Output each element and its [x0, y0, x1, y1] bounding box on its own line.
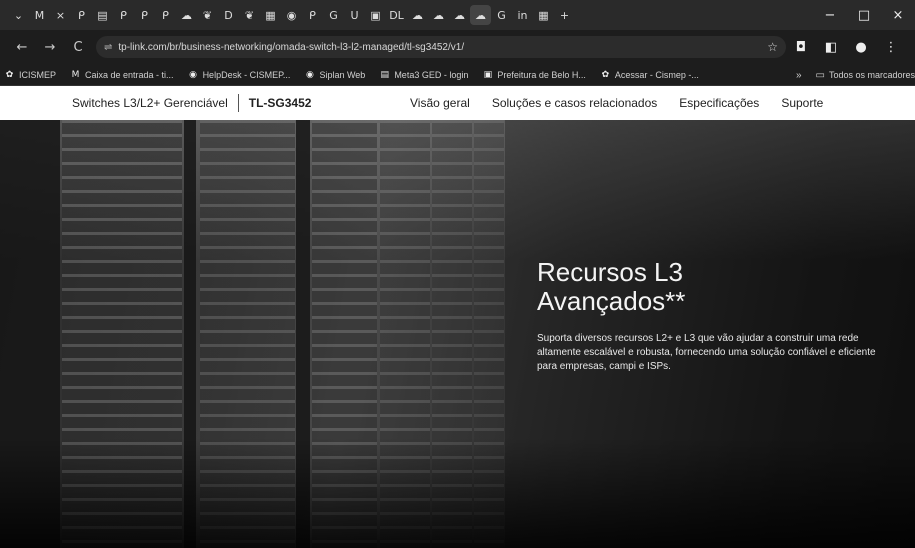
- forward-icon[interactable]: →: [36, 40, 64, 55]
- window-controls: − □ ×: [813, 0, 915, 30]
- cloud-icon[interactable]: ☁: [428, 5, 449, 25]
- tplink-icon[interactable]: ᑭ: [113, 5, 134, 25]
- nav-link-solutions[interactable]: Soluções e casos relacionados: [492, 96, 657, 110]
- hero-title-line: Avançados**: [537, 286, 686, 316]
- bookmark-label: Siplan Web: [319, 69, 366, 80]
- dl-icon[interactable]: DL: [386, 5, 407, 25]
- hero-banner: Recursos L3 Avançados** Suporta diversos…: [0, 120, 915, 548]
- globe-icon[interactable]: ◉: [281, 5, 302, 25]
- linkedin-icon[interactable]: in: [512, 5, 533, 25]
- doc-icon: ▤: [380, 69, 390, 80]
- cloud-icon[interactable]: ☁: [176, 5, 197, 25]
- bookmark-item[interactable]: ▣ Prefeitura de Belo H...: [482, 69, 586, 80]
- tplink-icon[interactable]: ᑭ: [155, 5, 176, 25]
- product-subnav: Switches L3/L2+ Gerenciável TL-SG3452 Vi…: [0, 86, 915, 120]
- doc-icon[interactable]: ▤: [92, 5, 113, 25]
- cloud-icon[interactable]: ☁: [470, 5, 491, 25]
- profile-icon[interactable]: ●: [846, 40, 876, 55]
- nav-link-support[interactable]: Suporte: [781, 96, 823, 110]
- cloud-icon[interactable]: ☁: [449, 5, 470, 25]
- sidebar-icon[interactable]: ◧: [816, 40, 846, 55]
- tplink-icon[interactable]: ᑭ: [71, 5, 92, 25]
- google-icon[interactable]: G: [491, 5, 512, 25]
- extensions-icon[interactable]: ◘: [786, 40, 816, 55]
- more-bookmarks-icon[interactable]: »: [796, 70, 802, 81]
- bookmark-item[interactable]: ◉ HelpDesk - CISMEP...: [188, 69, 291, 80]
- image-icon[interactable]: ▣: [365, 5, 386, 25]
- leaf-icon[interactable]: ❦: [239, 5, 260, 25]
- leaf-icon[interactable]: ❦: [197, 5, 218, 25]
- subnav-links: Visão geral Soluções e casos relacionado…: [410, 96, 845, 110]
- address-bar-row: ← → C ⇌ tp-link.com/br/business-networki…: [0, 30, 915, 64]
- u-icon[interactable]: U: [344, 5, 365, 25]
- gmail-icon[interactable]: M: [29, 5, 50, 25]
- bookmark-item[interactable]: ▤ Meta3 GED - login: [379, 69, 469, 80]
- product-model: TL-SG3452: [248, 96, 312, 110]
- back-icon[interactable]: ←: [8, 40, 36, 55]
- globe-icon: ◉: [189, 69, 197, 80]
- grid-icon[interactable]: ▦: [260, 5, 281, 25]
- nav-link-overview[interactable]: Visão geral: [410, 96, 470, 110]
- bookmark-label: ICISMEP: [19, 69, 57, 80]
- bookmark-label: Prefeitura de Belo H...: [497, 69, 586, 80]
- nav-link-specs[interactable]: Especificações: [679, 96, 759, 110]
- d-icon[interactable]: D: [218, 5, 239, 25]
- hero-title-line: Recursos L3: [537, 257, 683, 287]
- site-info-icon[interactable]: ⇌: [104, 42, 112, 53]
- hero-title: Recursos L3 Avançados**: [537, 258, 897, 316]
- bookmark-star-icon[interactable]: ☆: [767, 40, 778, 54]
- divider: [237, 94, 239, 112]
- bookmark-label: Meta3 GED - login: [394, 69, 469, 80]
- bookmarks-bar: ✿ ICISMEP M Caixa de entrada - ti... ◉ HelpDe…: [0, 64, 915, 86]
- gmail-icon: M: [71, 69, 80, 80]
- maximize-icon[interactable]: □: [847, 8, 881, 23]
- tplink-icon[interactable]: ᑭ: [302, 5, 323, 25]
- bookmark-item[interactable]: ✿ ICISMEP: [4, 69, 56, 80]
- minimize-icon[interactable]: −: [813, 8, 847, 23]
- all-bookmarks-link[interactable]: Todos os marcadores: [829, 70, 915, 80]
- new-tab-icon[interactable]: +: [554, 5, 575, 25]
- folder-icon: ▭: [815, 69, 825, 81]
- hero-description: Suporta diversos recursos L2+ e L3 que v…: [537, 333, 876, 372]
- globe-icon: ◉: [306, 69, 314, 80]
- url-text: tp-link.com/br/business-networking/omada…: [118, 41, 465, 53]
- bookmark-item[interactable]: ✿ Acessar - Cismep -...: [600, 69, 699, 80]
- tplink-icon[interactable]: ᑭ: [134, 5, 155, 25]
- cismep-icon: ✿: [5, 69, 14, 80]
- bookmarks-right: » ▭ Todos os marcadores: [796, 64, 915, 85]
- bookmark-item[interactable]: M Caixa de entrada - ti...: [70, 69, 174, 80]
- image-icon: ▣: [483, 69, 493, 80]
- close-icon[interactable]: ×: [50, 5, 71, 25]
- chevron-down-icon[interactable]: ⌄: [8, 5, 29, 25]
- hero-floor: [0, 438, 915, 548]
- google-icon[interactable]: G: [323, 5, 344, 25]
- grid-icon[interactable]: ▦: [533, 5, 554, 25]
- bookmark-item[interactable]: ◉ Siplan Web: [304, 69, 365, 80]
- url-field[interactable]: ⇌ tp-link.com/br/business-networking/oma…: [96, 36, 786, 58]
- bookmark-label: Caixa de entrada - ti...: [85, 69, 174, 80]
- tab-strip: ⌄ M × ᑭ ▤ ᑭ ᑭ ᑭ ☁ ❦ D ❦ ▦ ◉ ᑭ G U ▣ DL ☁ ☁ ☁ ☁ Gin ▦ +: [0, 0, 915, 30]
- bookmark-label: HelpDesk - CISMEP...: [202, 69, 291, 80]
- close-window-icon[interactable]: ×: [881, 8, 915, 23]
- bookmark-label: Acessar - Cismep -...: [614, 69, 699, 80]
- menu-icon[interactable]: ⋮: [876, 40, 906, 55]
- product-series[interactable]: Switches L3/L2+ Gerenciável: [72, 96, 228, 110]
- cloud-icon[interactable]: ☁: [407, 5, 428, 25]
- reload-icon[interactable]: C: [64, 40, 92, 55]
- cismep-icon: ✿: [601, 69, 610, 80]
